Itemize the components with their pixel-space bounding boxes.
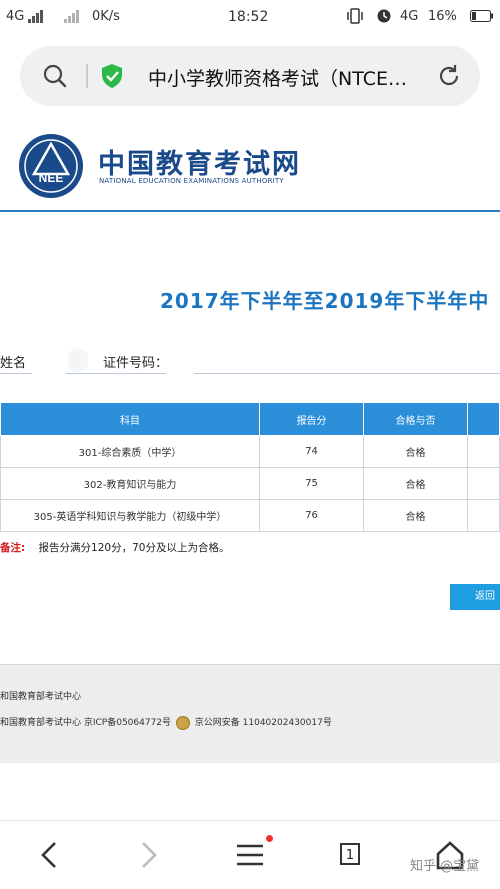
note-text: 报告分满分120分，70分及以上为合格。: [38, 542, 230, 554]
note: 备注: 报告分满分120分，70分及以上为合格。: [0, 540, 229, 555]
table-row: 302-教育知识与能力 75 合格: [0, 467, 500, 500]
id-underline-left: [66, 373, 166, 374]
cell-extra: [466, 467, 500, 500]
neea-logo: NEE: [16, 132, 86, 200]
name-label: 姓名: [0, 356, 27, 371]
cell-subject: 301-综合素质（中学）: [0, 435, 261, 468]
name-underline: [0, 373, 32, 374]
police-badge-icon: [175, 715, 190, 730]
network-speed: 0K/s: [92, 9, 120, 24]
refresh-icon[interactable]: [436, 63, 462, 93]
cell-result: 合格: [363, 499, 468, 532]
site-brand-english: NATIONAL EDUCATION EXAMINATIONS AUTHORIT…: [99, 177, 284, 185]
cell-score: 75: [259, 467, 365, 500]
table-row: 305-英语学科知识与教学能力（初级中学） 76 合格: [0, 499, 500, 532]
secure-shield-icon: [100, 63, 124, 93]
page-url-title[interactable]: 中小学教师资格考试（NTCE…: [148, 64, 448, 91]
network-type-2: 4G: [400, 9, 419, 24]
forward-icon[interactable]: [128, 835, 168, 875]
id-number-input[interactable]: [194, 373, 500, 374]
network-type: 4G: [6, 9, 25, 24]
cell-subject: 305-英语学科知识与教学能力（初级中学）: [0, 499, 261, 532]
cell-extra: [466, 435, 500, 468]
address-bar[interactable]: 中小学教师资格考试（NTCE…: [20, 46, 480, 106]
signal-icon-2: [64, 10, 80, 27]
footer-line-1: 和国教育部考试中心: [0, 692, 82, 702]
header-divider: [0, 210, 500, 212]
footer-public-security: 京公网安备 11040202430017号: [194, 718, 332, 728]
watermark: 知乎 @宝黛: [410, 859, 480, 874]
divider: [86, 64, 88, 88]
alarm-icon: [376, 8, 392, 28]
site-footer: 和国教育部考试中心 和国教育部考试中心 京ICP备05064772号 京公网安备…: [0, 664, 500, 763]
cell-result: 合格: [363, 467, 468, 500]
tab-count: 1: [340, 843, 360, 865]
clock: 18:52: [228, 9, 269, 25]
name-input[interactable]: [68, 348, 88, 372]
cell-extra: [466, 499, 500, 532]
note-label: 备注:: [0, 542, 26, 554]
score-table: 科目 报告分 合格与否 301-综合素质（中学） 74 合格 302-教育知识与…: [0, 402, 500, 532]
status-bar: 4G 0K/s 18:52 4G 16%: [0, 0, 500, 34]
search-icon[interactable]: [42, 63, 68, 93]
column-header-score: 报告分: [259, 402, 365, 436]
signal-icon: [28, 10, 44, 27]
back-icon[interactable]: [30, 835, 70, 875]
notification-dot: [266, 835, 273, 842]
battery-icon: [470, 10, 494, 26]
tabs-button[interactable]: 1: [330, 835, 370, 875]
cell-subject: 302-教育知识与能力: [0, 467, 261, 500]
column-header-result: 合格与否: [363, 402, 468, 436]
battery-percent: 16%: [428, 9, 457, 24]
cell-result: 合格: [363, 435, 468, 468]
return-button[interactable]: 返回: [450, 584, 500, 610]
vibrate-icon: [346, 8, 364, 28]
page-title: 2017年下半年至2019年下半年中: [160, 289, 490, 313]
site-brand-name: 中国教育考试网: [98, 149, 301, 180]
id-number-label: 证件号码：: [103, 356, 169, 371]
footer-line-2: 和国教育部考试中心 京ICP备05064772号 京公网安备 110402024…: [0, 715, 332, 730]
column-header-extra: [466, 402, 500, 436]
menu-icon[interactable]: [230, 835, 270, 875]
cell-score: 74: [259, 435, 365, 468]
footer-icp: 和国教育部考试中心 京ICP备05064772号: [0, 718, 172, 728]
table-header-row: 科目 报告分 合格与否: [0, 402, 500, 436]
web-page: NEE 中国教育考试网 NATIONAL EDUCATION EXAMINATI…: [0, 120, 500, 820]
cell-score: 76: [259, 499, 365, 532]
table-row: 301-综合素质（中学） 74 合格: [0, 435, 500, 468]
column-header-subject: 科目: [0, 402, 261, 436]
svg-text:NEE: NEE: [39, 171, 64, 185]
